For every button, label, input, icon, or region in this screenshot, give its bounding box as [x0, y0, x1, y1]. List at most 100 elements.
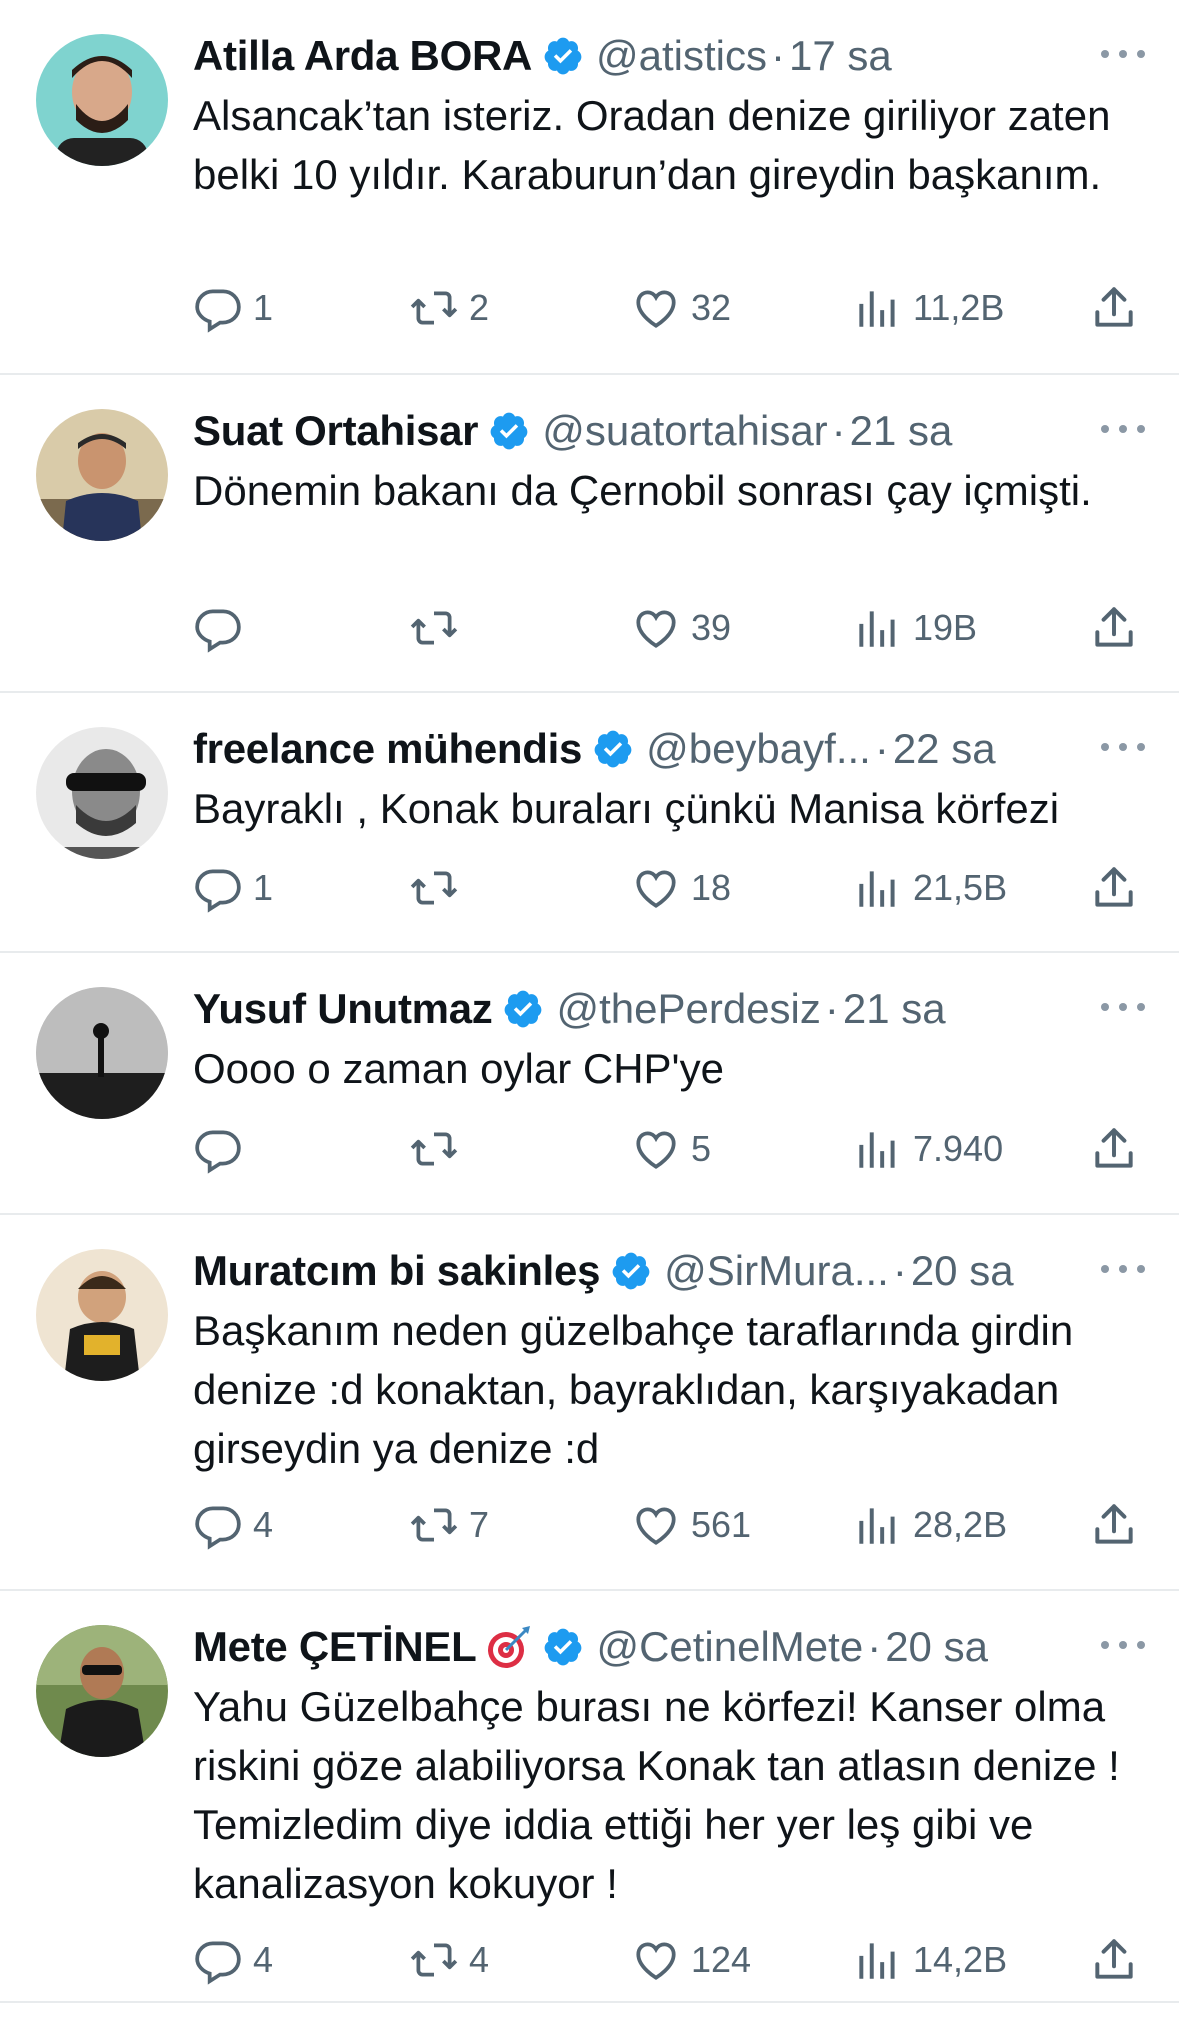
views-icon: [859, 871, 895, 907]
timestamp[interactable]: 21 sa: [850, 407, 953, 455]
more-options-icon[interactable]: [1099, 735, 1147, 759]
like-count: 561: [691, 1504, 752, 1545]
action-bar: 5 7.940: [193, 1119, 1147, 1179]
action-bar: 4 7 561 28,2B: [193, 1495, 1147, 1555]
views-button[interactable]: 7.940: [853, 1119, 1003, 1179]
avatar[interactable]: [36, 409, 168, 541]
reply-icon: [195, 289, 241, 333]
display-name[interactable]: Suat Ortahisar: [193, 407, 479, 455]
views-button[interactable]: 28,2B: [853, 1495, 1007, 1555]
like-button[interactable]: 18: [631, 858, 731, 918]
views-button[interactable]: 14,2B: [853, 1930, 1007, 1990]
avatar[interactable]: [36, 1625, 168, 1757]
like-icon: [636, 1507, 676, 1545]
retweet-button[interactable]: 2: [409, 278, 489, 338]
views-button[interactable]: 11,2B: [853, 278, 1004, 338]
more-options-icon[interactable]: [1099, 995, 1147, 1019]
display-name[interactable]: Yusuf Unutmaz: [193, 985, 493, 1033]
more-options-icon[interactable]: [1099, 417, 1147, 441]
share-button[interactable]: [1089, 858, 1139, 918]
action-bar: 1 2 32 11,2B: [193, 278, 1147, 338]
retweet-button[interactable]: [409, 858, 469, 918]
like-button[interactable]: 32: [631, 278, 731, 338]
tweet[interactable]: freelance mühendis @beybayf... · 22 sa B…: [0, 693, 1179, 953]
timestamp[interactable]: 21 sa: [843, 985, 946, 1033]
like-icon: [636, 870, 676, 908]
username-handle[interactable]: @CetinelMete: [596, 1623, 863, 1671]
share-button[interactable]: [1089, 1495, 1139, 1555]
views-button[interactable]: 21,5B: [853, 858, 1007, 918]
reply-button[interactable]: [193, 598, 253, 658]
share-button[interactable]: [1089, 278, 1139, 338]
reply-count: 4: [253, 1939, 274, 1980]
reply-icon: [195, 1941, 241, 1985]
reply-button[interactable]: 1: [193, 858, 273, 918]
share-icon: [1095, 287, 1133, 327]
username-handle[interactable]: @SirMura...: [664, 1247, 889, 1295]
more-options-icon[interactable]: [1099, 1257, 1147, 1281]
tweet-text: Alsancak’tan isteriz. Oradan denize giri…: [193, 92, 1111, 198]
views-icon: [859, 1132, 895, 1168]
like-button[interactable]: 5: [631, 1119, 711, 1179]
share-button[interactable]: [1089, 1119, 1139, 1179]
tweet[interactable]: Suat Ortahisar @suatortahisar · 21 sa Dö…: [0, 375, 1179, 693]
share-button[interactable]: [1089, 1930, 1139, 1990]
reply-button[interactable]: 1: [193, 278, 273, 338]
dot-separator: ·: [831, 407, 846, 454]
views-button[interactable]: 19B: [853, 598, 977, 658]
like-button[interactable]: 124: [631, 1930, 751, 1990]
more-options-icon[interactable]: [1099, 1633, 1147, 1657]
share-icon: [1095, 1939, 1133, 1979]
reply-button[interactable]: 4: [193, 1930, 273, 1990]
like-icon: [636, 610, 676, 648]
username-handle[interactable]: @thePerdesiz: [556, 985, 820, 1033]
reply-button[interactable]: [193, 1119, 253, 1179]
like-button[interactable]: 561: [631, 1495, 751, 1555]
like-icon: [636, 1942, 676, 1980]
tweet-header: Mete ÇETİNEL @CetinelMete · 20 sa: [193, 1615, 1147, 1679]
like-count: 39: [691, 607, 732, 648]
tweet-header: Suat Ortahisar @suatortahisar · 21 sa: [193, 399, 1147, 463]
share-icon: [1095, 1504, 1133, 1544]
tweet[interactable]: Yusuf Unutmaz @thePerdesiz · 21 sa Oooo …: [0, 953, 1179, 1215]
avatar[interactable]: [36, 727, 168, 859]
share-button[interactable]: [1089, 598, 1139, 658]
username-handle[interactable]: @suatortahisar: [542, 407, 827, 455]
display-name[interactable]: freelance mühendis: [193, 725, 582, 773]
tweet[interactable]: Muratcım bi sakinleş @SirMura... · 20 sa…: [0, 1215, 1179, 1591]
timestamp[interactable]: 20 sa: [885, 1623, 988, 1671]
reply-count: 4: [253, 1504, 274, 1545]
tweet-text: Yahu Güzelbahçe burası ne körfezi! Kanse…: [193, 1683, 1120, 1907]
verified-badge-icon: [612, 1252, 650, 1290]
display-name[interactable]: Atilla Arda BORA: [193, 32, 532, 80]
like-icon: [636, 1131, 676, 1169]
retweet-button[interactable]: 7: [409, 1495, 489, 1555]
reply-icon: [195, 869, 241, 913]
more-options-icon[interactable]: [1099, 42, 1147, 66]
avatar[interactable]: [36, 987, 168, 1119]
timestamp[interactable]: 20 sa: [911, 1247, 1014, 1295]
like-button[interactable]: 39: [631, 598, 731, 658]
display-name[interactable]: Mete ÇETİNEL: [193, 1623, 477, 1671]
username-handle[interactable]: @atistics: [596, 32, 767, 80]
retweet-icon: [410, 611, 458, 645]
timestamp[interactable]: 22 sa: [893, 725, 996, 773]
retweet-button[interactable]: [409, 598, 469, 658]
reply-button[interactable]: 4: [193, 1495, 273, 1555]
view-count: 14,2B: [913, 1939, 1008, 1980]
timestamp[interactable]: 17 sa: [789, 32, 892, 80]
action-bar: 1 18 21,5B: [193, 858, 1147, 918]
avatar[interactable]: [36, 34, 168, 166]
tweet[interactable]: Mete ÇETİNEL @CetinelMete · 20 sa Yahu G…: [0, 1591, 1179, 2003]
tweet-text: Dönemin bakanı da Çernobil sonrası çay i…: [193, 467, 1092, 514]
verified-badge-icon: [594, 730, 632, 768]
tweet[interactable]: Atilla Arda BORA @atistics · 17 sa Alsan…: [0, 0, 1179, 375]
display-name[interactable]: Muratcım bi sakinleş: [193, 1247, 600, 1295]
share-icon: [1095, 867, 1133, 907]
username-handle[interactable]: @beybayf...: [646, 725, 871, 773]
retweet-button[interactable]: [409, 1119, 469, 1179]
avatar[interactable]: [36, 1249, 168, 1381]
retweet-icon: [410, 1508, 458, 1542]
dot-separator: ·: [874, 725, 889, 772]
retweet-button[interactable]: 4: [409, 1930, 489, 1990]
